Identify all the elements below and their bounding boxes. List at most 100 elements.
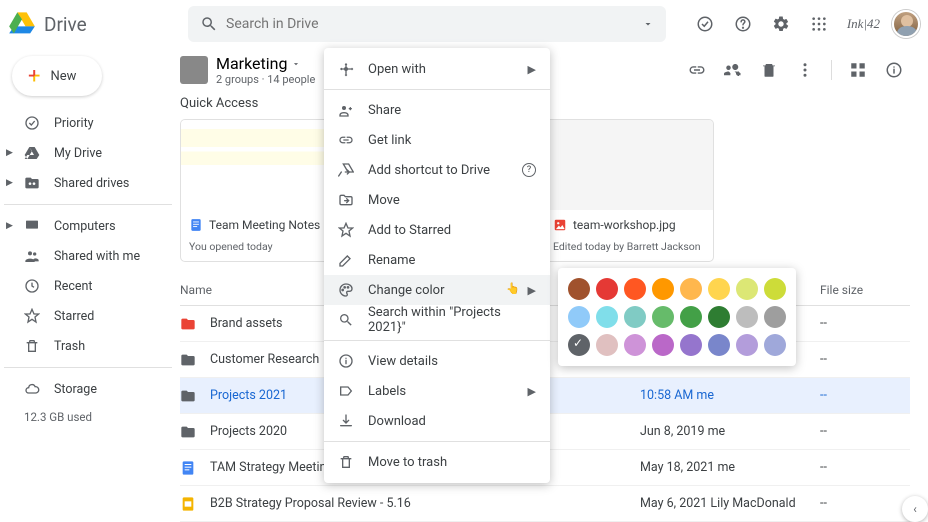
- main-content: Marketing 2 groups · 14 people Quick Acc…: [180, 48, 928, 522]
- help-button[interactable]: [727, 8, 759, 40]
- color-swatch[interactable]: [764, 306, 786, 328]
- color-swatch[interactable]: [596, 306, 618, 328]
- color-swatch[interactable]: [680, 278, 702, 300]
- nav-label: Shared with me: [54, 249, 140, 264]
- menu-palette[interactable]: Change color▶👆: [324, 275, 550, 305]
- color-swatch[interactable]: [596, 278, 618, 300]
- info-icon: [338, 353, 354, 369]
- color-swatch[interactable]: [568, 278, 590, 300]
- settings-button[interactable]: [765, 8, 797, 40]
- color-swatch[interactable]: [624, 334, 646, 356]
- menu-move[interactable]: Move: [324, 185, 550, 215]
- header-actions: Ink|42: [689, 8, 920, 40]
- sidebar-item-priority[interactable]: Priority: [4, 108, 172, 138]
- file-type-icon: [180, 460, 196, 476]
- expand-icon: ▶: [6, 178, 13, 188]
- menu-info[interactable]: View details: [324, 346, 550, 376]
- quick-access-card[interactable]: team-workshop.jpgEdited today by Barrett…: [544, 119, 714, 262]
- color-swatch[interactable]: [652, 306, 674, 328]
- sidebar-item-computers[interactable]: ▶Computers: [4, 211, 172, 241]
- sidebar-storage[interactable]: Storage: [4, 374, 172, 404]
- menu-label: Download: [368, 414, 426, 429]
- nav-label: Priority: [54, 116, 94, 131]
- color-swatch[interactable]: [736, 278, 758, 300]
- apps-button[interactable]: [803, 8, 835, 40]
- color-swatch[interactable]: [680, 306, 702, 328]
- sidebar-item-my-drive[interactable]: ▶My Drive: [4, 138, 172, 168]
- menu-label: Move to trash: [368, 455, 447, 470]
- sidebar-item-shared-drives[interactable]: ▶Shared drives: [4, 168, 172, 198]
- color-swatch[interactable]: [736, 306, 758, 328]
- account-avatar[interactable]: [892, 10, 920, 38]
- link-icon: [338, 132, 354, 148]
- folder-title[interactable]: Marketing: [216, 54, 315, 73]
- menu-trash[interactable]: Move to trash: [324, 447, 550, 477]
- table-row[interactable]: B2B Strategy Proposal Review - 5.16May 6…: [180, 486, 910, 522]
- get-link-button[interactable]: [681, 54, 713, 86]
- cursor-pointer-icon: 👆: [506, 282, 520, 295]
- star-icon: [338, 222, 354, 238]
- sidebar-item-shared-with-me[interactable]: Shared with me: [4, 241, 172, 271]
- color-swatch[interactable]: [708, 278, 730, 300]
- color-swatch[interactable]: [568, 334, 590, 356]
- menu-open[interactable]: Open with▶: [324, 54, 550, 84]
- logo-area[interactable]: Drive: [8, 10, 180, 38]
- folder-avatar: [180, 56, 208, 84]
- color-swatch[interactable]: [652, 278, 674, 300]
- color-swatch[interactable]: [568, 306, 590, 328]
- search-bar[interactable]: [188, 6, 666, 42]
- trash-button[interactable]: [753, 54, 785, 86]
- chevron-right-icon: ▶: [528, 385, 536, 398]
- menu-share[interactable]: Share: [324, 95, 550, 125]
- shared-drives-icon: [24, 175, 40, 191]
- color-swatch[interactable]: [596, 334, 618, 356]
- grid-view-button[interactable]: [842, 54, 874, 86]
- menu-star[interactable]: Add to Starred: [324, 215, 550, 245]
- search-options-icon[interactable]: [642, 18, 654, 30]
- menu-label: Open with: [368, 62, 426, 77]
- nav-label: Starred: [54, 309, 94, 324]
- rename-icon: [338, 252, 354, 268]
- color-swatch[interactable]: [680, 334, 702, 356]
- file-type-icon: [180, 496, 196, 512]
- color-swatch[interactable]: [764, 278, 786, 300]
- divider: [4, 367, 172, 368]
- new-button[interactable]: + New: [12, 56, 102, 96]
- color-swatch[interactable]: [708, 334, 730, 356]
- color-swatch[interactable]: [708, 306, 730, 328]
- color-swatch[interactable]: [624, 278, 646, 300]
- col-size[interactable]: File size: [820, 283, 910, 297]
- app-title: Drive: [44, 13, 87, 36]
- color-swatch[interactable]: [652, 334, 674, 356]
- menu-label: Search within "Projects 2021}": [368, 305, 536, 335]
- color-swatch[interactable]: [736, 334, 758, 356]
- sidebar-item-recent[interactable]: Recent: [4, 271, 172, 301]
- sidebar-item-starred[interactable]: Starred: [4, 301, 172, 331]
- more-button[interactable]: [789, 54, 821, 86]
- menu-link[interactable]: Get link: [324, 125, 550, 155]
- nav-label: Trash: [54, 339, 85, 354]
- color-swatch[interactable]: [624, 306, 646, 328]
- menu-download[interactable]: Download: [324, 406, 550, 436]
- details-button[interactable]: [878, 54, 910, 86]
- palette-icon: [338, 282, 354, 298]
- menu-label: Labels: [368, 384, 406, 399]
- menu-rename[interactable]: Rename: [324, 245, 550, 275]
- app-header: Drive Ink|42: [0, 0, 928, 48]
- menu-search[interactable]: Search within "Projects 2021}": [324, 305, 550, 335]
- color-swatch[interactable]: [764, 334, 786, 356]
- cloud-icon: [24, 381, 40, 397]
- search-input[interactable]: [226, 16, 634, 32]
- scroll-chevron[interactable]: ‹: [902, 496, 928, 522]
- menu-label[interactable]: Labels ▶: [324, 376, 550, 406]
- menu-label: View details: [368, 354, 438, 369]
- share-button[interactable]: [717, 54, 749, 86]
- menu-shortcut[interactable]: Add shortcut to Drive?: [324, 155, 550, 185]
- search-icon: [338, 312, 354, 328]
- sidebar-item-trash[interactable]: Trash: [4, 331, 172, 361]
- share-icon: [338, 102, 354, 118]
- expand-icon: ▶: [6, 221, 13, 231]
- drive-logo-icon: [8, 10, 36, 38]
- file-type-icon: [180, 352, 196, 368]
- offline-ready-button[interactable]: [689, 8, 721, 40]
